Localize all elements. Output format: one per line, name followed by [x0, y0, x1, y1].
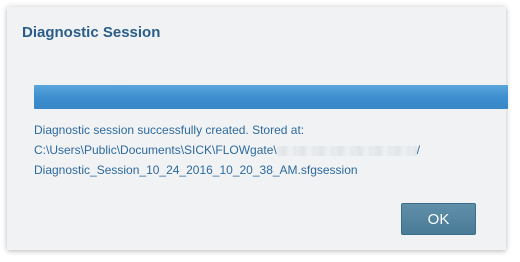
- ok-button[interactable]: OK: [401, 203, 476, 235]
- progress-fill: [34, 85, 508, 109]
- redacted-path-segment: [276, 145, 417, 156]
- status-message: Diagnostic session successfully created.…: [34, 120, 420, 180]
- status-message-filename: Diagnostic_Session_10_24_2016_10_20_38_A…: [34, 163, 358, 177]
- dialog-title: Diagnostic Session: [22, 24, 161, 41]
- diagnostic-session-dialog: Diagnostic Session Diagnostic session su…: [7, 7, 508, 250]
- path-prefix: C:\Users\Public\Documents\SICK\FLOWgate\: [34, 143, 277, 157]
- path-suffix: /: [416, 143, 421, 157]
- status-message-path-line: C:\Users\Public\Documents\SICK\FLOWgate\…: [34, 140, 420, 160]
- progress-bar: [34, 85, 508, 109]
- status-message-line-1: Diagnostic session successfully created.…: [34, 123, 305, 137]
